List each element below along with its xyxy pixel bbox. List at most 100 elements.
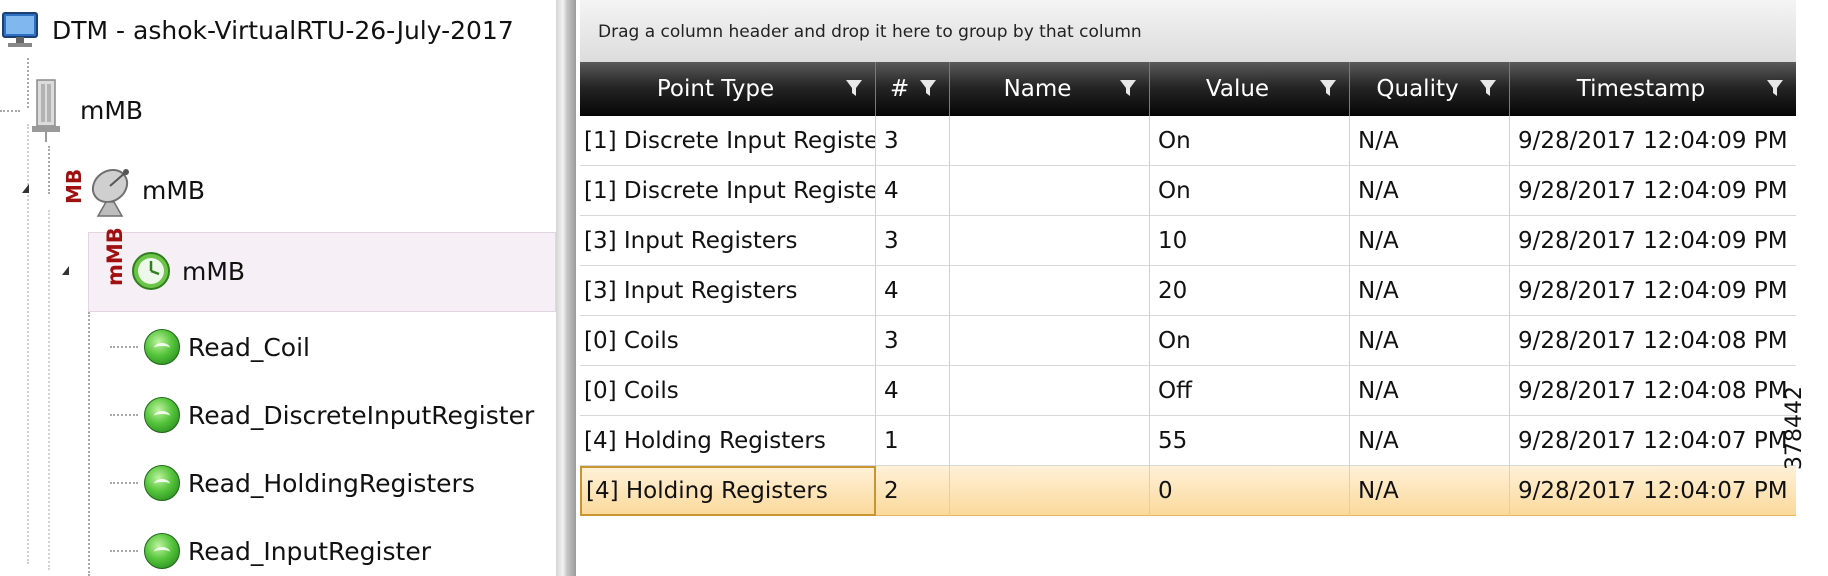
column-header-label: #	[890, 76, 910, 102]
cell-timestamp: 9/28/2017 12:04:09 PM	[1510, 266, 1796, 316]
cell-name	[950, 266, 1150, 316]
cell-num: 4	[876, 366, 950, 416]
cell-name	[950, 216, 1150, 266]
cell-point-type: [4] Holding Registers	[580, 466, 876, 516]
cell-name	[950, 416, 1150, 466]
table-row[interactable]: [1] Discrete Input Registers 4 On N/A 9/28/2…	[580, 166, 1796, 216]
tree-child-read-input-register[interactable]: Read_InputRegister	[144, 530, 431, 572]
tree-connector	[88, 312, 90, 576]
tree-node-label: mMB	[142, 175, 206, 205]
cell-num: 1	[876, 416, 950, 466]
cell-quality: N/A	[1350, 266, 1510, 316]
panel-splitter[interactable]	[556, 0, 576, 576]
green-status-icon	[144, 397, 180, 433]
figure-id: 378442	[1782, 386, 1807, 470]
cell-point-type: [1] Discrete Input Registers	[580, 166, 876, 216]
tree-node-label: mMB	[80, 95, 144, 125]
cell-value: On	[1150, 116, 1350, 166]
cell-point-type: [0] Coils	[580, 366, 876, 416]
right-margin	[1796, 0, 1828, 576]
cell-timestamp: 9/28/2017 12:04:09 PM	[1510, 166, 1796, 216]
cell-quality: N/A	[1350, 466, 1510, 516]
tree-node-label: mMB	[182, 256, 246, 286]
cell-point-type: [3] Input Registers	[580, 216, 876, 266]
cell-value: On	[1150, 166, 1350, 216]
column-header-label: Point Type	[656, 76, 775, 102]
cell-timestamp: 9/28/2017 12:04:07 PM	[1510, 466, 1796, 516]
filter-icon[interactable]	[1119, 78, 1137, 98]
tree-child-read-coil[interactable]: Read_Coil	[144, 326, 310, 368]
column-header-value[interactable]: Value	[1150, 62, 1350, 116]
column-header-quality[interactable]: Quality	[1350, 62, 1510, 116]
device-tree: DTM - ashok-VirtualRTU-26-July-2017 mMB …	[0, 0, 556, 576]
tree-node-mmb-level2[interactable]: MB mMB	[60, 160, 205, 220]
cell-num: 2	[876, 466, 950, 516]
tree-connector	[110, 346, 138, 348]
cell-num: 4	[876, 266, 950, 316]
cell-num: 4	[876, 166, 950, 216]
collapse-arrow-icon[interactable]	[22, 184, 29, 193]
cell-point-type: [3] Input Registers	[580, 266, 876, 316]
cell-num: 3	[876, 116, 950, 166]
table-row[interactable]: [4] Holding Registers 2 0 N/A 9/28/2017 12:0…	[580, 466, 1796, 516]
cell-point-type: [1] Discrete Input Registers	[580, 116, 876, 166]
tree-child-read-holding-registers[interactable]: Read_HoldingRegisters	[144, 462, 475, 504]
satellite-dish-icon	[91, 168, 129, 217]
table-row[interactable]: [1] Discrete Input Registers 3 On N/A 9/28/2…	[580, 116, 1796, 166]
cell-point-type: [0] Coils	[580, 316, 876, 366]
cell-name	[950, 466, 1150, 516]
table-row[interactable]: [3] Input Registers 4 20 N/A 9/28/2017 12:04…	[580, 266, 1796, 316]
green-status-icon	[144, 533, 180, 569]
points-grid: Drag a column header and drop it here to…	[576, 0, 1796, 576]
collapse-arrow-icon[interactable]	[62, 266, 69, 275]
cell-quality: N/A	[1350, 216, 1510, 266]
tree-connector	[48, 210, 50, 570]
table-row[interactable]: [0] Coils 4 Off N/A 9/28/2017 12:04:08 PM	[580, 366, 1796, 416]
cell-quality: N/A	[1350, 316, 1510, 366]
column-header-number[interactable]: #	[876, 62, 950, 116]
tree-connector	[48, 146, 50, 194]
cell-name	[950, 316, 1150, 366]
cell-timestamp: 9/28/2017 12:04:09 PM	[1510, 116, 1796, 166]
filter-icon[interactable]	[1766, 78, 1784, 98]
cell-point-type: [4] Holding Registers	[580, 416, 876, 466]
cell-timestamp: 9/28/2017 12:04:09 PM	[1510, 216, 1796, 266]
filter-icon[interactable]	[845, 78, 863, 98]
cell-quality: N/A	[1350, 416, 1510, 466]
tree-node-mmb-level3[interactable]: mMB mMB	[100, 227, 246, 304]
column-header-timestamp[interactable]: Timestamp	[1510, 62, 1796, 116]
tree-root-label: DTM - ashok-VirtualRTU-26-July-2017	[52, 15, 514, 45]
table-row[interactable]: [3] Input Registers 3 10 N/A 9/28/2017 12:04…	[580, 216, 1796, 266]
tree-connector	[110, 482, 138, 484]
tree-connector	[0, 110, 20, 112]
column-header-name[interactable]: Name	[950, 62, 1150, 116]
tree-connector	[110, 414, 138, 416]
group-by-drop-panel[interactable]: Drag a column header and drop it here to…	[580, 0, 1796, 63]
cell-timestamp: 9/28/2017 12:04:08 PM	[1510, 366, 1796, 416]
filter-icon[interactable]	[919, 78, 937, 98]
column-header-point-type[interactable]: Point Type	[580, 62, 876, 116]
cell-num: 3	[876, 216, 950, 266]
column-header-label: Value	[1205, 76, 1270, 102]
tree-child-read-discrete-input-register[interactable]: Read_DiscreteInputRegister	[144, 394, 534, 436]
group-by-hint: Drag a column header and drop it here to…	[598, 22, 1142, 42]
filter-icon[interactable]	[1319, 78, 1337, 98]
computer-icon	[2, 12, 38, 47]
cell-value: 10	[1150, 216, 1350, 266]
table-row[interactable]: [4] Holding Registers 1 55 N/A 9/28/2017 12:…	[580, 416, 1796, 466]
server-rack-icon	[32, 79, 60, 142]
clock-status-icon	[132, 252, 170, 290]
mmb-badge: mMB	[103, 227, 127, 286]
tree-node-mmb-level1[interactable]: mMB	[28, 78, 143, 142]
grid-header-row: Point Type # Name Value Quality Timestam…	[580, 62, 1796, 116]
filter-icon[interactable]	[1479, 78, 1497, 98]
cell-name	[950, 166, 1150, 216]
cell-value: 55	[1150, 416, 1350, 466]
cell-value: 20	[1150, 266, 1350, 316]
cell-name	[950, 366, 1150, 416]
tree-root-node[interactable]: DTM - ashok-VirtualRTU-26-July-2017	[0, 8, 514, 52]
cell-value: 0	[1150, 466, 1350, 516]
green-status-icon	[144, 329, 180, 365]
table-row[interactable]: [0] Coils 3 On N/A 9/28/2017 12:04:08 PM	[580, 316, 1796, 366]
mb-badge: MB	[62, 168, 86, 204]
